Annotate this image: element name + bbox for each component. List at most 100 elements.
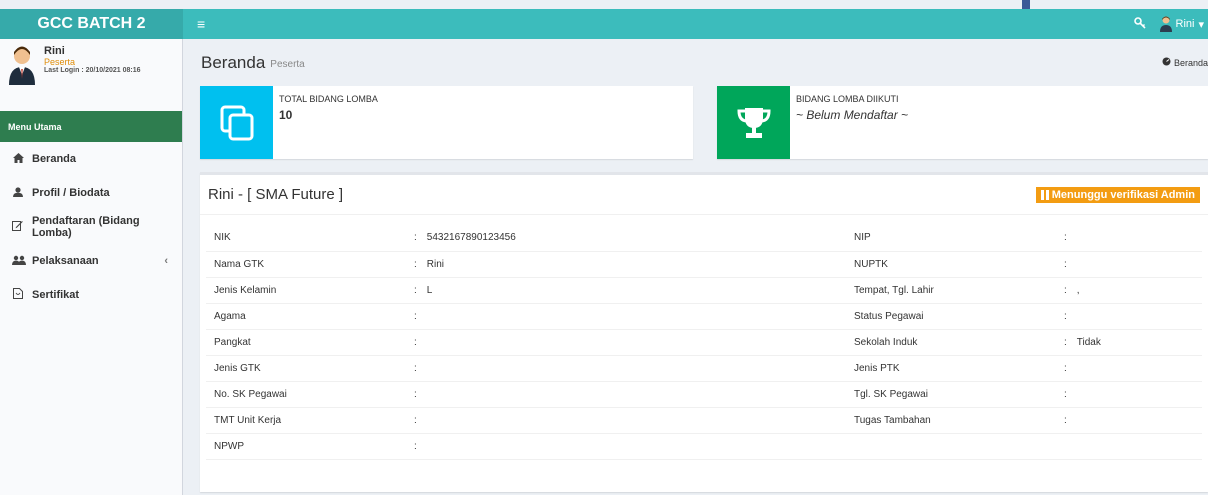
avatar <box>8 45 36 85</box>
user-name: Rini <box>44 45 65 57</box>
field-label-cell: Status Pegawai <box>846 303 1056 330</box>
app-logo[interactable]: GCC BATCH 2 <box>0 9 183 39</box>
separator-colon: : <box>414 336 417 348</box>
field-value-cell: : <box>406 381 846 408</box>
user-name-label: Rini <box>1175 18 1195 30</box>
verification-status-button[interactable]: Menunggu verifikasi Admin <box>1035 186 1200 203</box>
main-content: Beranda Peserta Beranda TOTAL BIDANG LOM… <box>183 39 1208 495</box>
profile-title: Rini - [ SMA Future ] <box>208 186 344 203</box>
field-value-cell: : <box>1056 407 1202 434</box>
field-value: Rini <box>426 258 445 270</box>
field-value-cell: : <box>1056 251 1202 278</box>
page-title: Beranda <box>201 52 266 72</box>
info-box-bidang-diikuti: BIDANG LOMBA DIIKUTI ~ Belum Mendaftar ~ <box>717 86 1208 159</box>
sidebar-item-profil[interactable]: Profil / Biodata <box>0 176 182 210</box>
status-label: Menunggu verifikasi Admin <box>1051 188 1195 201</box>
group-icon <box>12 255 26 268</box>
field-value-cell: : <box>1056 381 1202 408</box>
file-icon <box>12 288 24 302</box>
profile-box: Rini - [ SMA Future ] Menunggu verifikas… <box>200 172 1208 492</box>
field-value-cell: : <box>1056 225 1202 252</box>
menu-toggle-icon[interactable]: ≡ <box>197 16 205 32</box>
field-value: 5432167890123456 <box>426 232 516 244</box>
profile-detail-table: NIK:5432167890123456 NIP: Nama GTK: Rini NUP… <box>206 225 1202 460</box>
field-value: L <box>426 284 433 296</box>
user-panel: Rini Peserta Last Login : 20/10/2021 08:… <box>0 39 182 111</box>
separator-colon: : <box>1064 258 1067 270</box>
menu-header: Menu Utama <box>0 111 182 142</box>
field-label: TMT Unit Kerja <box>214 414 282 426</box>
table-row: TMT Unit Kerja: Tugas Tambahan: <box>206 407 1202 434</box>
user-menu-dropdown[interactable]: Rini ▾ <box>1159 16 1204 32</box>
separator-colon: : <box>414 310 417 322</box>
table-row: Jenis Kelamin: L Tempat, Tgl. Lahir:, <box>206 277 1202 304</box>
field-label-cell: NIK <box>206 225 406 252</box>
content-header: Beranda Peserta Beranda <box>183 39 1208 86</box>
table-row: NIK:5432167890123456 NIP: <box>206 225 1202 252</box>
chevron-left-icon: ‹ <box>164 255 168 267</box>
field-label-cell: Tugas Tambahan <box>846 407 1056 434</box>
field-label: Jenis GTK <box>214 362 261 374</box>
separator-colon: : <box>414 414 417 426</box>
field-label-cell: Pangkat <box>206 329 406 356</box>
top-navbar: GCC BATCH 2 ≡ Rini ▾ <box>0 9 1208 39</box>
info-box-label: TOTAL BIDANG LOMBA <box>279 94 378 104</box>
window-edge-marker <box>1022 0 1030 9</box>
separator-colon: : <box>1064 362 1067 374</box>
field-label: Sekolah Induk <box>854 336 918 348</box>
dashboard-icon <box>1162 57 1171 68</box>
last-login-text: Last Login : 20/10/2021 08:16 <box>44 67 141 74</box>
field-label: NIP <box>854 232 871 244</box>
field-label: Nama GTK <box>214 258 265 270</box>
field-value-cell: :L <box>406 277 846 304</box>
info-box-value: 10 <box>279 108 293 122</box>
field-label-cell: NUPTK <box>846 251 1056 278</box>
table-row: NPWP: <box>206 433 1202 460</box>
sidebar-item-label: Pelaksanaan <box>32 255 99 267</box>
sidebar-item-beranda[interactable]: Beranda <box>0 142 182 176</box>
field-label-cell: NIP <box>846 225 1056 252</box>
field-label: NIK <box>214 232 231 244</box>
field-value-cell: : Tidak <box>1056 329 1202 356</box>
chevron-down-icon: ▾ <box>1198 18 1204 31</box>
separator-colon: : <box>1064 336 1067 348</box>
separator-colon: : <box>414 284 417 296</box>
table-row: No. SK Pegawai: Tgl. SK Pegawai: <box>206 381 1202 408</box>
table-row: Pangkat: Sekolah Induk : Tidak <box>206 329 1202 356</box>
field-label: NPWP <box>214 440 244 452</box>
sidebar-item-label: Beranda <box>32 153 77 165</box>
sidebar-item-pelaksanaan[interactable]: Pelaksanaan ‹ <box>0 244 182 278</box>
separator-colon: : <box>414 232 417 244</box>
field-value-cell: :5432167890123456 <box>406 225 846 252</box>
table-row: Nama GTK : Rini NUPTK: <box>206 251 1202 278</box>
field-label: Tempat, Tgl. Lahir <box>854 284 934 296</box>
table-row: Jenis GTK: Jenis PTK: <box>206 355 1202 382</box>
field-value-cell: : Rini <box>406 251 846 278</box>
info-box-label: BIDANG LOMBA DIIKUTI <box>796 94 899 104</box>
field-label-cell: Jenis PTK <box>846 355 1056 382</box>
field-label-cell: No. SK Pegawai <box>206 381 406 408</box>
field-label-cell: Jenis Kelamin <box>206 277 406 304</box>
user-icon <box>12 186 24 200</box>
separator-colon: : <box>414 388 417 400</box>
page-subtitle: Peserta <box>270 59 305 70</box>
sidebar-item-label: Profil / Biodata <box>32 187 110 199</box>
edit-icon <box>12 220 24 234</box>
breadcrumb-label: Beranda <box>1173 57 1208 68</box>
field-label-cell: TMT Unit Kerja <box>206 407 406 434</box>
sidebar-item-pendaftaran[interactable]: Pendaftaran (Bidang Lomba) <box>0 210 182 244</box>
field-value-cell: : <box>406 407 846 434</box>
sidebar-item-label: Pendaftaran (Bidang Lomba) <box>31 215 140 239</box>
breadcrumb[interactable]: Beranda <box>1162 57 1208 68</box>
field-value: , <box>1076 284 1080 296</box>
sidebar-item-label: Sertifikat <box>32 289 80 301</box>
key-icon[interactable] <box>1133 16 1146 32</box>
field-value-cell: : <box>1056 303 1202 330</box>
field-label-cell <box>846 433 1056 460</box>
sidebar-item-sertifikat[interactable]: Sertifikat <box>0 278 182 312</box>
home-icon <box>12 152 24 166</box>
separator-colon: : <box>1064 284 1067 296</box>
info-box-total-bidang: TOTAL BIDANG LOMBA 10 <box>200 86 693 159</box>
separator-colon: : <box>1064 414 1067 426</box>
field-label-cell: Jenis GTK <box>206 355 406 382</box>
